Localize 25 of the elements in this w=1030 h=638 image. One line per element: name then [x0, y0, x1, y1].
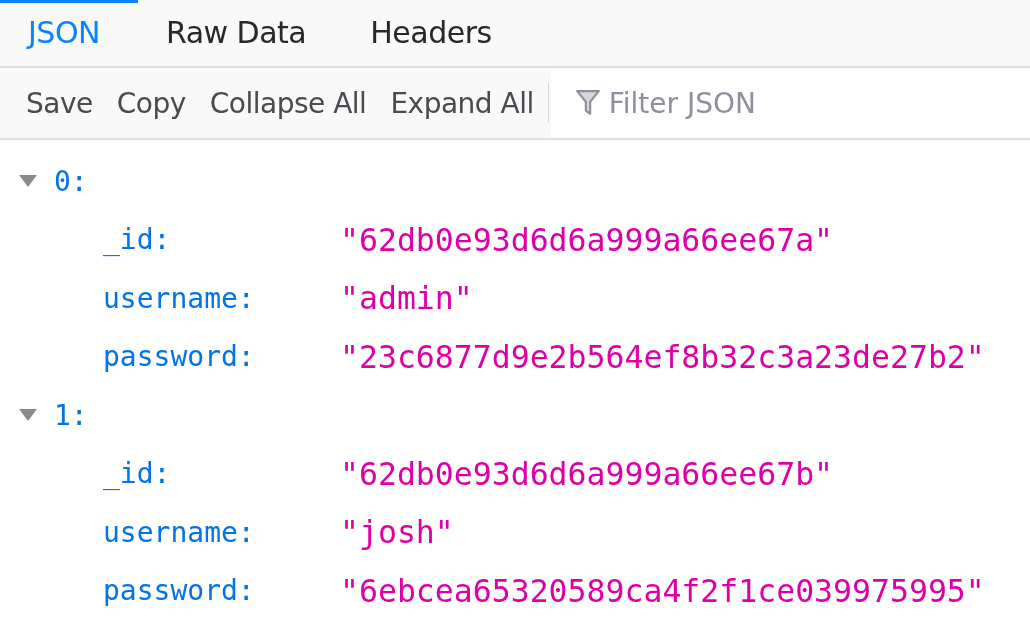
- filter-field[interactable]: Filter JSON: [550, 69, 1030, 137]
- property-key: username:: [103, 515, 340, 549]
- expander-icon[interactable]: [18, 408, 38, 423]
- filter-icon: [574, 89, 601, 117]
- toolbar-button[interactable]: Copy: [104, 86, 198, 120]
- tab[interactable]: Headers: [342, 0, 523, 66]
- property-key: _id:: [103, 223, 340, 257]
- property-value: "admin": [340, 280, 473, 317]
- toolbar-button[interactable]: Collapse All: [197, 86, 379, 120]
- property-key: _id:: [103, 457, 340, 491]
- property-key: username:: [103, 281, 340, 315]
- expander-icon[interactable]: [18, 174, 38, 189]
- property-value: "6ebcea65320589ca4f2f1ce039975995": [340, 572, 985, 609]
- property-value: "josh": [340, 514, 454, 551]
- tab[interactable]: Raw Data: [137, 0, 343, 66]
- property-key: password:: [103, 340, 340, 374]
- index-label: 1:: [54, 398, 88, 432]
- toolbar-button[interactable]: Save: [14, 86, 105, 120]
- index-label: 0:: [54, 164, 88, 198]
- property-value: "62db0e93d6d6a999a66ee67a": [340, 221, 834, 258]
- toolbar-button[interactable]: Expand All: [378, 86, 546, 120]
- property-value: "23c6877d9e2b564ef8b32c3a23de27b2": [340, 338, 985, 375]
- property-value: "62db0e93d6d6a999a66ee67b": [340, 455, 834, 492]
- property-key: password:: [103, 574, 340, 608]
- filter-input[interactable]: Filter JSON: [608, 86, 909, 120]
